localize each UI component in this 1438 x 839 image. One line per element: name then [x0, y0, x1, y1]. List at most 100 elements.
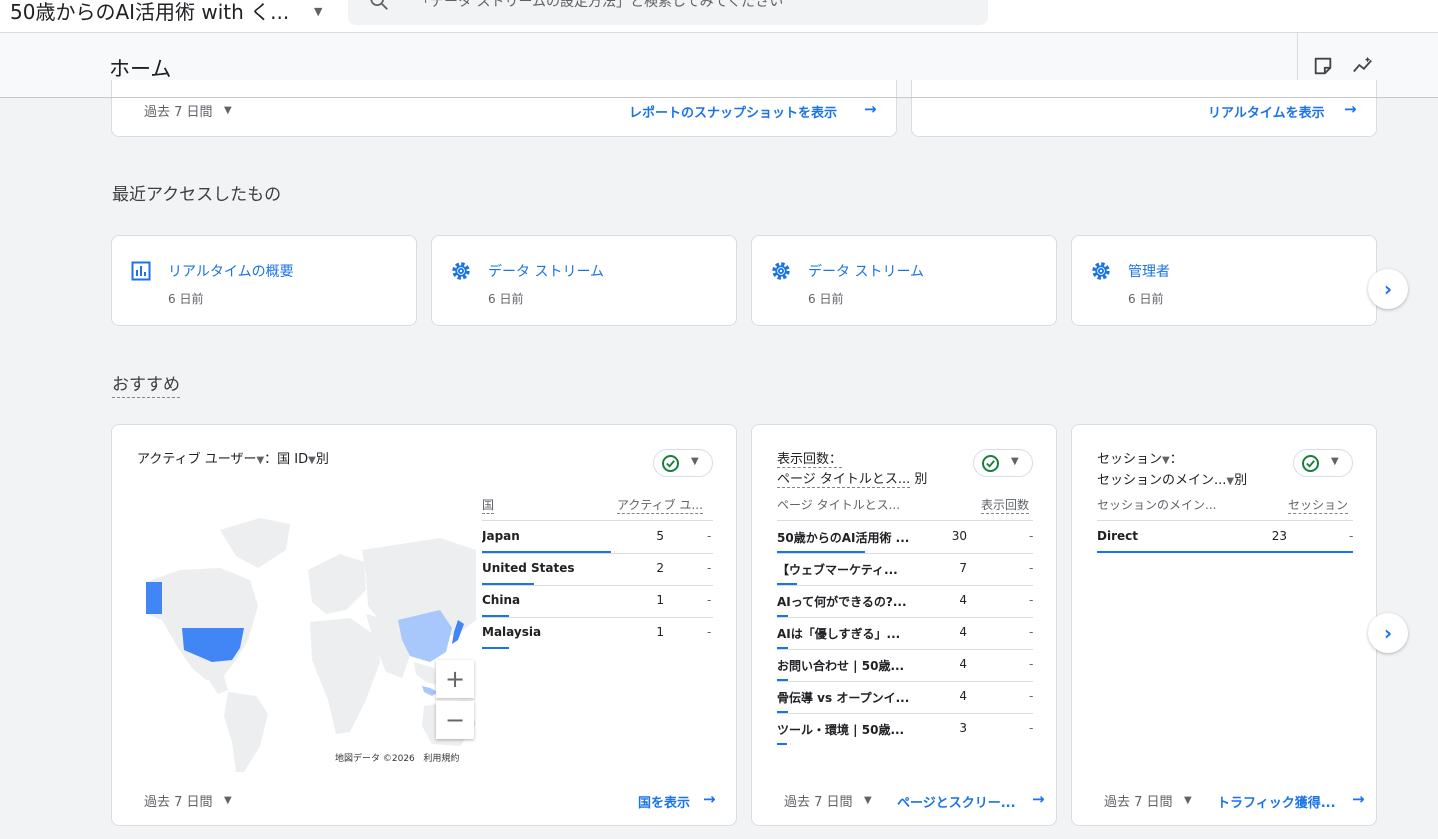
property-selector[interactable]: 50歳からのAI活用術 with く... [10, 0, 289, 25]
bar-chart-icon [131, 261, 151, 281]
chevron-down-icon: ▼ [1011, 456, 1019, 467]
metric-selector[interactable]: セッション [1097, 452, 1162, 467]
page-title-cell: 骨伝導 vs オープンイ... [777, 691, 910, 705]
chevron-down-icon[interactable]: ▼ [308, 455, 316, 466]
table-row[interactable]: United States 2 - [482, 553, 713, 585]
chevron-down-icon: ▼ [691, 456, 699, 467]
summary-card-bottom: 過去 7 日間 ▼ レポートのスナップショットを表示 → [111, 80, 897, 137]
table-row[interactable]: AIは「優しすぎる」... 4 - [777, 617, 1033, 649]
recent-item-label: 管理者 [1128, 264, 1170, 280]
check-circle-icon [662, 455, 679, 472]
status-badge[interactable]: ▼ [1293, 449, 1353, 477]
views-value: 4 [959, 593, 967, 607]
column-header-channel[interactable]: セッションのメイン... [1097, 496, 1216, 513]
share-bar [482, 647, 509, 649]
recent-item-label: データ ストリーム [808, 264, 925, 280]
map-zoom-out-button[interactable]: − [436, 701, 474, 739]
realtime-link[interactable]: リアルタイムを表示 [1208, 102, 1325, 121]
table-row[interactable]: Japan 5 - [482, 521, 713, 553]
report-snapshot-link[interactable]: レポートのスナップショットを表示 [629, 102, 837, 121]
recent-item[interactable]: データ ストリーム 6 日前 [431, 235, 737, 326]
column-header-metric[interactable]: セッション [1288, 496, 1349, 514]
table-row[interactable]: AIって何ができるの?... 4 - [777, 585, 1033, 617]
date-range-selector[interactable]: 過去 7 日間 [1104, 791, 1173, 810]
dimension-selector[interactable]: ページ タイトルとス... [777, 472, 911, 488]
table-row[interactable]: ツール・環境 | 50歳... 3 - [777, 713, 1033, 745]
recent-item-time: 6 日前 [168, 292, 204, 306]
table-row[interactable]: お問い合わせ | 50歳... 4 - [777, 649, 1033, 681]
recommended-section-title[interactable]: おすすめ [112, 370, 180, 398]
chevron-down-icon[interactable]: ▼ [864, 795, 872, 806]
chevron-down-icon[interactable]: ▼ [1226, 476, 1234, 487]
page-title-cell: 【ウェブマーケティ... [777, 563, 898, 577]
dimension-selector[interactable]: セッションのメイン... [1097, 473, 1226, 488]
insights-icon[interactable] [1351, 55, 1375, 77]
page-title-cell: AIって何ができるの?... [777, 595, 907, 609]
date-range-selector[interactable]: 過去 7 日間 [144, 101, 213, 120]
delta-value: - [1029, 657, 1034, 671]
column-header-metric[interactable]: 表示回数 [981, 496, 1030, 514]
search-placeholder[interactable]: 「データ ストリームの設定方法」と検索してみてください [416, 0, 783, 11]
table-row[interactable]: Direct 23 - [1097, 521, 1353, 553]
chevron-down-icon[interactable]: ▼ [1184, 795, 1192, 806]
realtime-card-bottom: リアルタイムを表示 → [911, 80, 1377, 137]
chevron-down-icon[interactable]: ▼ [256, 455, 264, 466]
recent-next-button[interactable]: › [1368, 269, 1408, 309]
status-badge[interactable]: ▼ [653, 449, 713, 477]
card-title: 表示回数： ページ タイトルとス... 別 [777, 452, 928, 488]
dimension-selector[interactable]: 国 ID [277, 452, 308, 467]
metric-selector[interactable]: アクティブ ユーザー [137, 452, 256, 467]
top-bar: 50歳からのAI活用術 with く... ▼ 「データ ストリームの設定方法」… [0, 0, 1438, 32]
views-card: 表示回数： ページ タイトルとス... 別 ▼ ページ タイトルとス... 表示… [751, 424, 1057, 826]
delta-value: - [1029, 689, 1034, 703]
delta-value: - [1029, 561, 1034, 575]
view-traffic-link[interactable]: トラフィック獲得... [1217, 792, 1336, 811]
page-title: ホーム [109, 57, 172, 81]
arrow-right-icon[interactable]: → [864, 100, 877, 118]
column-header-metric[interactable]: アクティブ ユ... [617, 496, 703, 514]
view-countries-link[interactable]: 国を表示 [638, 792, 690, 811]
header-shadow [0, 97, 1438, 98]
arrow-right-icon[interactable]: → [1352, 790, 1365, 808]
card-title: アクティブ ユーザー▼：国 ID▼別 [137, 452, 329, 467]
chevron-right-icon: › [1383, 277, 1393, 301]
recent-item[interactable]: リアルタイムの概要 6 日前 [111, 235, 417, 326]
chevron-down-icon[interactable]: ▼ [1162, 455, 1170, 466]
search-box[interactable]: 「データ ストリームの設定方法」と検索してみてください [348, 0, 988, 25]
world-map[interactable]: + − 地図データ ©2026 利用規約 [140, 510, 476, 780]
notes-icon[interactable] [1312, 55, 1334, 77]
recent-item[interactable]: 管理者 6 日前 [1071, 235, 1377, 326]
metric-selector[interactable]: 表示回数： [777, 452, 843, 468]
map-zoom-in-button[interactable]: + [436, 660, 474, 698]
table-row[interactable]: 【ウェブマーケティ... 7 - [777, 553, 1033, 585]
gear-icon [1092, 262, 1110, 280]
world-map-canvas [146, 518, 476, 772]
chevron-down-icon[interactable]: ▼ [224, 105, 232, 116]
date-range-selector[interactable]: 過去 7 日間 [144, 791, 213, 810]
table-row[interactable]: 骨伝導 vs オープンイ... 4 - [777, 681, 1033, 713]
map-terms-link[interactable]: 利用規約 [423, 754, 459, 764]
chevron-down-icon[interactable]: ▼ [314, 5, 322, 18]
table-row[interactable]: China 1 - [482, 585, 713, 617]
column-header-country[interactable]: 国 [482, 496, 495, 514]
zoom-divider [435, 699, 475, 700]
recent-item[interactable]: データ ストリーム 6 日前 [751, 235, 1057, 326]
view-pages-link[interactable]: ページとスクリー... [897, 792, 1016, 811]
status-badge[interactable]: ▼ [973, 449, 1033, 477]
table-row[interactable]: Malaysia 1 - [482, 617, 713, 649]
gear-icon [772, 262, 790, 280]
table-row[interactable]: 50歳からのAI活用術 ... 30 - [777, 521, 1033, 553]
arrow-right-icon[interactable]: → [703, 790, 716, 808]
arrow-right-icon[interactable]: → [1344, 100, 1357, 118]
views-value: 4 [959, 625, 967, 639]
chevron-down-icon[interactable]: ▼ [224, 795, 232, 806]
date-range-selector[interactable]: 過去 7 日間 [784, 791, 853, 810]
chevron-right-icon: › [1383, 621, 1393, 645]
card-title: セッション▼： セッションのメイン...▼別 [1097, 452, 1248, 488]
share-bar [1097, 551, 1353, 553]
recommended-next-button[interactable]: › [1368, 613, 1408, 653]
chevron-down-icon: ▼ [1331, 456, 1339, 467]
arrow-right-icon[interactable]: → [1032, 790, 1045, 808]
page-title-cell: ツール・環境 | 50歳... [777, 723, 905, 737]
column-header-page[interactable]: ページ タイトルとス... [777, 496, 900, 513]
